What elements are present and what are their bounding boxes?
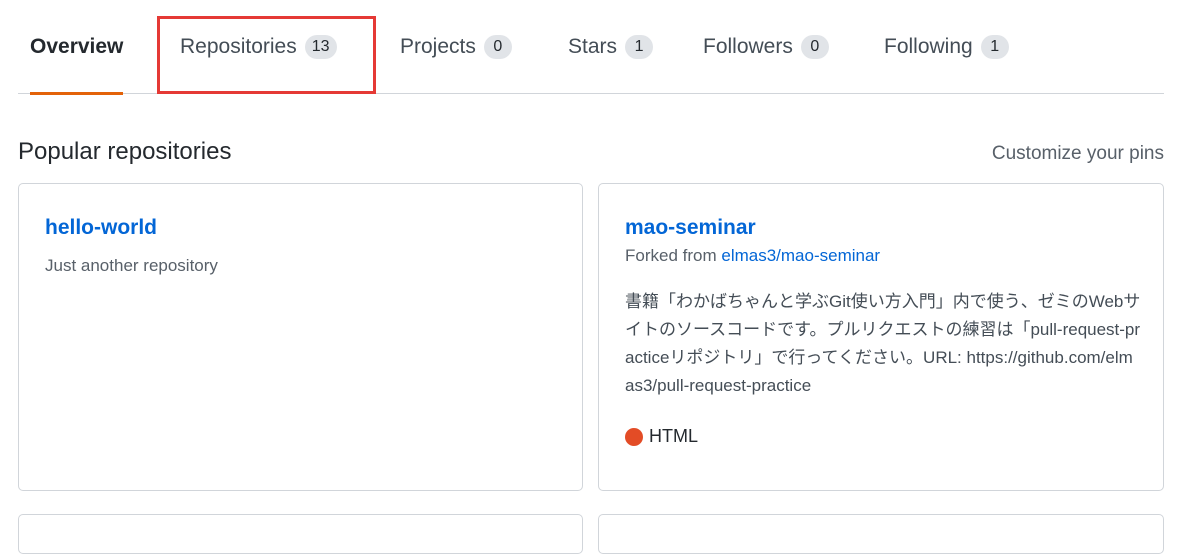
language-color-dot	[625, 427, 643, 446]
tab-following-label: Following	[884, 35, 973, 58]
tab-projects-label: Projects	[400, 35, 476, 58]
repo-card-partial	[18, 514, 583, 554]
forked-from-line: Forked from elmas3/mao-seminar	[625, 246, 1141, 266]
repo-description: Just another repository	[45, 256, 218, 275]
repo-description: 書籍「わかばちゃんと学ぶGit使い方入門」内で使う、ゼミのWebサイトのソースコ…	[625, 292, 1141, 395]
tab-following[interactable]: Following 1	[884, 0, 1009, 94]
tab-stars[interactable]: Stars 1	[568, 0, 654, 94]
tab-projects-count: 0	[483, 35, 512, 59]
tab-followers[interactable]: Followers 0	[703, 0, 829, 94]
repo-card-hello-world: hello-world Just another repository	[18, 183, 583, 491]
repo-name-link[interactable]: mao-seminar	[625, 216, 756, 240]
tab-projects[interactable]: Projects 0	[400, 0, 512, 94]
forked-from-link[interactable]: elmas3/mao-seminar	[721, 246, 880, 265]
tab-stars-count: 1	[625, 35, 654, 59]
repo-card-partial	[598, 514, 1164, 554]
customize-pins-link[interactable]: Customize your pins	[992, 143, 1164, 165]
tab-followers-count: 0	[800, 35, 829, 59]
repo-language: HTML	[625, 426, 1141, 447]
annotation-highlight-box	[157, 16, 376, 94]
repo-name-link[interactable]: hello-world	[45, 216, 157, 240]
tab-stars-label: Stars	[568, 35, 618, 58]
tab-following-count: 1	[980, 35, 1009, 59]
tab-overview[interactable]: Overview	[30, 0, 124, 95]
tab-overview-label: Overview	[30, 35, 124, 58]
tab-followers-label: Followers	[703, 35, 793, 58]
repo-card-mao-seminar: mao-seminar Forked from elmas3/mao-semin…	[598, 183, 1164, 491]
popular-repositories-title: Popular repositories	[18, 138, 232, 165]
forked-from-prefix: Forked from	[625, 246, 717, 265]
language-label: HTML	[649, 426, 698, 446]
